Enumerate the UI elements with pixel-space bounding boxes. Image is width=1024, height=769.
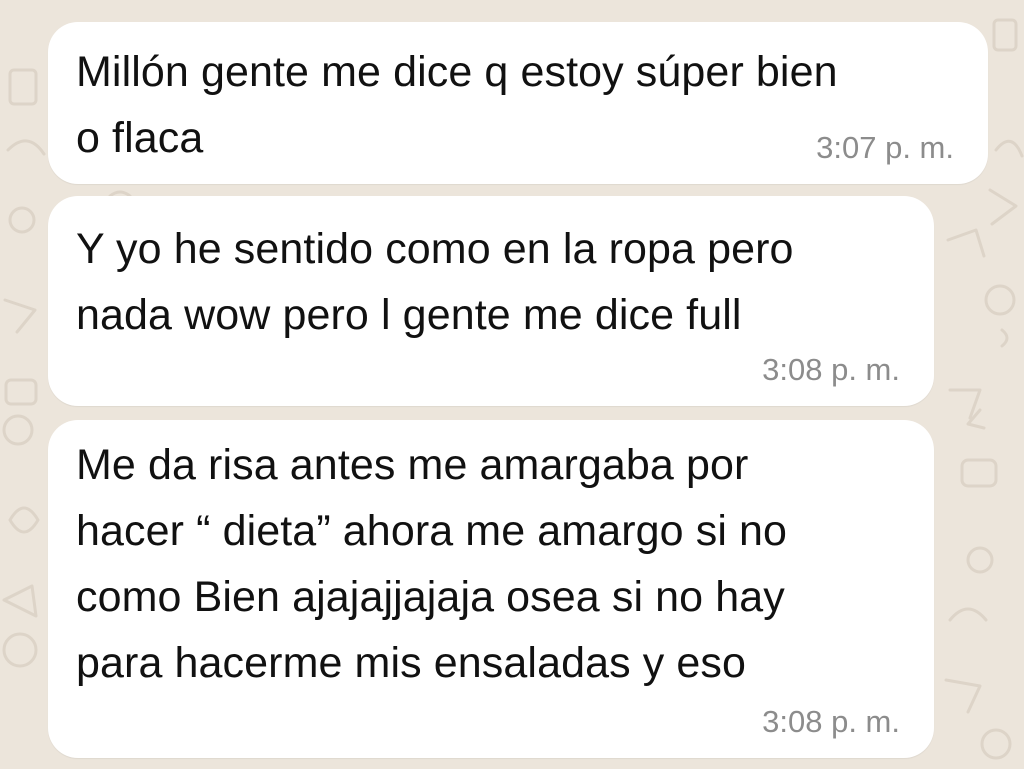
message-timestamp: 3:08 p. m.	[762, 352, 900, 387]
message-timestamp: 3:07 p. m.	[816, 130, 954, 165]
message-bubble[interactable]: Me da risa antes me amargaba por hacer “…	[48, 420, 934, 758]
message-timestamp: 3:08 p. m.	[762, 704, 900, 739]
message-text: Millón gente me dice q estoy súper bien …	[76, 48, 838, 162]
message-text: Y yo he sentido como en la ropa pero nad…	[76, 225, 794, 339]
message-text: Me da risa antes me amargaba por hacer “…	[76, 441, 788, 687]
message-bubble[interactable]: Y yo he sentido como en la ropa pero nad…	[48, 196, 934, 406]
message-list: Millón gente me dice q estoy súper bien …	[0, 0, 1024, 769]
message-bubble[interactable]: Millón gente me dice q estoy súper bien …	[48, 22, 988, 184]
